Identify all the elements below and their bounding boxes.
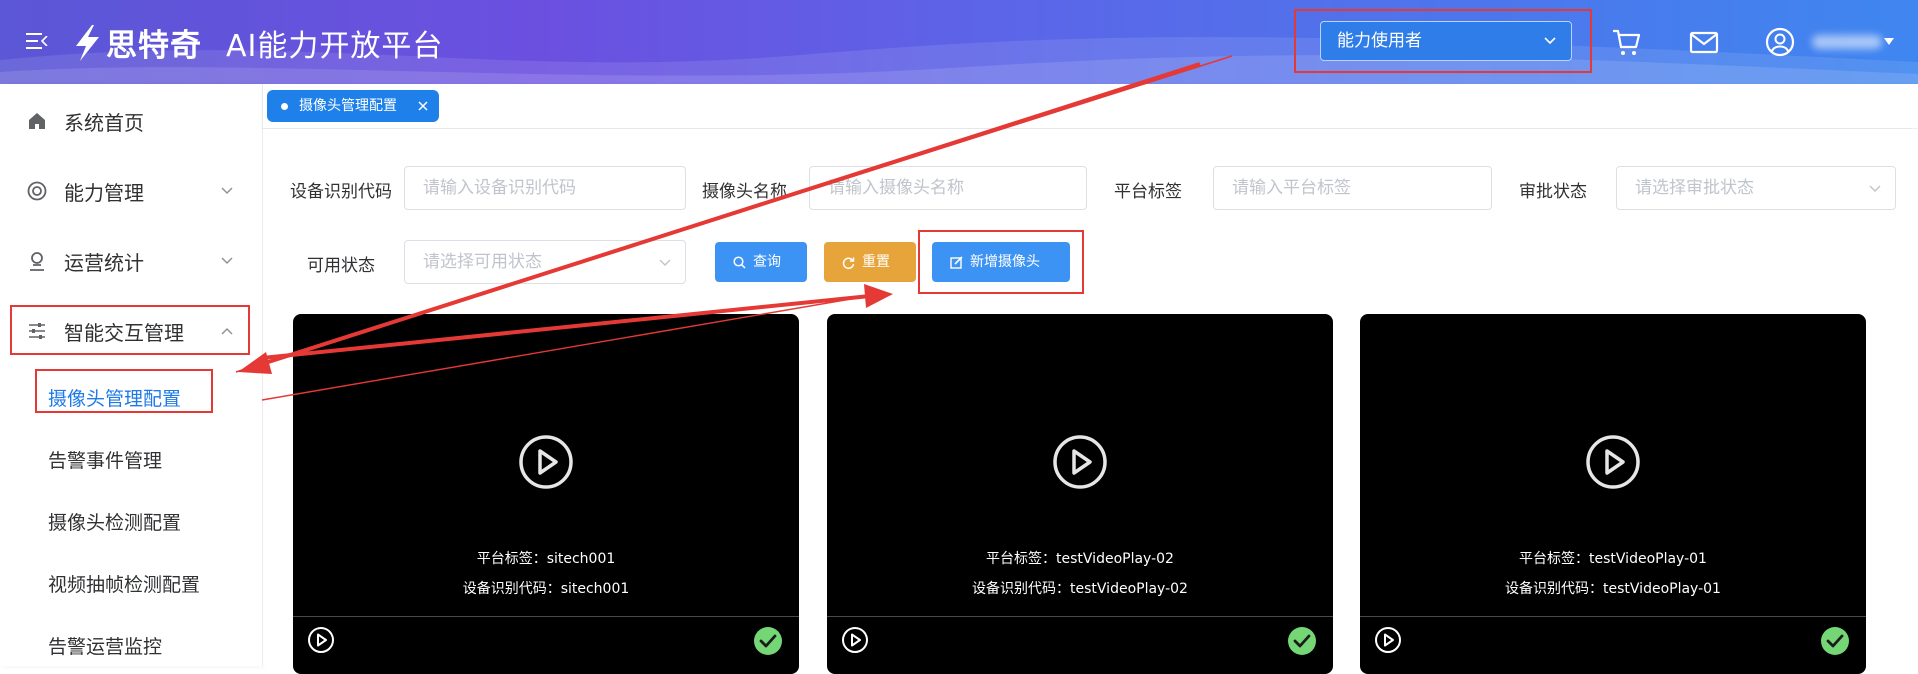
play-icon[interactable] (518, 434, 574, 490)
camera-name-input[interactable]: 请输入摄像头名称 (809, 166, 1087, 210)
platform-title: AI能力开放平台 (226, 28, 444, 64)
annotation-box-role (1294, 9, 1592, 73)
platform-tag-placeholder: 请输入平台标签 (1232, 178, 1351, 198)
cart-icon[interactable] (1610, 26, 1642, 58)
sidebar-subitem-frame-detect[interactable]: 视频抽帧检测配置 (48, 570, 200, 597)
play-icon[interactable] (1585, 434, 1641, 490)
username-blurred[interactable] (1812, 35, 1882, 49)
sidebar-item-stats[interactable]: 运营统计 (0, 236, 262, 286)
card-device-code: 设备识别代码：testVideoPlay-02 (972, 581, 1188, 597)
query-button[interactable]: 查询 (715, 242, 807, 282)
device-code-label: 设备识别代码 (290, 182, 392, 202)
available-status-placeholder: 请选择可用状态 (423, 252, 542, 272)
available-status-select[interactable]: 请选择可用状态 (404, 240, 686, 284)
menu-icon[interactable] (26, 32, 48, 50)
reset-button[interactable]: 重置 (824, 242, 916, 282)
camera-name-label: 摄像头名称 (702, 182, 787, 202)
mail-icon[interactable] (1688, 26, 1720, 58)
check-circle-icon (754, 627, 782, 655)
annotation-box-add-button (918, 230, 1084, 294)
close-icon[interactable] (417, 100, 429, 112)
sidebar-subitem-alarm-events[interactable]: 告警事件管理 (48, 446, 162, 473)
reset-button-label: 重置 (862, 254, 890, 270)
user-icon[interactable] (1764, 26, 1796, 58)
tabs-bar: 摄像头管理配置 (263, 84, 1918, 129)
approval-status-select[interactable]: 请选择审批状态 (1616, 166, 1896, 210)
chevron-down-icon (1869, 185, 1881, 192)
play-icon[interactable] (841, 626, 869, 654)
card-device-code: 设备识别代码：testVideoPlay-01 (1505, 581, 1721, 597)
brand-logo: 思特奇 AI能力开放平台 (70, 20, 443, 65)
sidebar-item-label: 能力管理 (64, 180, 144, 205)
card-divider (827, 616, 1333, 617)
search-icon (733, 256, 746, 269)
top-header: 思特奇 AI能力开放平台 能力使用者 (0, 0, 1918, 84)
logo-text: 思特奇 (106, 28, 202, 64)
check-circle-icon (1821, 627, 1849, 655)
stats-icon (30, 252, 44, 271)
chevron-down-icon (221, 187, 233, 195)
card-platform-tag: 平台标签：sitech001 (476, 551, 616, 567)
play-icon[interactable] (307, 626, 335, 654)
home-icon (29, 113, 45, 129)
chevron-down-icon[interactable] (1884, 38, 1894, 46)
approval-status-label: 审批状态 (1519, 182, 1587, 202)
play-icon[interactable] (1374, 626, 1402, 654)
annotation-box-camera-config (35, 369, 213, 413)
check-circle-icon (1288, 627, 1316, 655)
sidebar-item-capability[interactable]: 能力管理 (0, 166, 262, 216)
query-button-label: 查询 (753, 254, 781, 270)
approval-status-placeholder: 请选择审批状态 (1635, 178, 1754, 198)
sidebar-subitem-camera-detect[interactable]: 摄像头检测配置 (48, 508, 181, 535)
main-content: 设备识别代码 请输入设备识别代码 摄像头名称 请输入摄像头名称 平台标签 请输入… (263, 129, 1918, 674)
camera-card[interactable]: 平台标签：sitech001 设备识别代码：sitech001 (293, 314, 799, 674)
platform-tag-input[interactable]: 请输入平台标签 (1213, 166, 1492, 210)
refresh-icon (842, 257, 855, 269)
sidebar-item-label: 系统首页 (64, 110, 144, 135)
card-divider (1360, 616, 1866, 617)
camera-name-placeholder: 请输入摄像头名称 (828, 178, 964, 198)
sidebar-item-home[interactable]: 系统首页 (0, 96, 262, 146)
chevron-down-icon (659, 259, 671, 266)
capability-icon (27, 181, 47, 201)
tab-camera-config[interactable]: 摄像头管理配置 (267, 90, 439, 122)
camera-card[interactable]: 平台标签：testVideoPlay-01 设备识别代码：testVideoPl… (1360, 314, 1866, 674)
play-icon[interactable] (1052, 434, 1108, 490)
card-platform-tag: 平台标签：testVideoPlay-02 (986, 551, 1174, 567)
sidebar-subitem-alarm-monitor[interactable]: 告警运营监控 (48, 632, 162, 659)
chevron-down-icon (221, 257, 233, 265)
device-code-input[interactable]: 请输入设备识别代码 (404, 166, 686, 210)
annotation-box-interaction-menu (10, 305, 250, 355)
card-platform-tag: 平台标签：testVideoPlay-01 (1519, 551, 1707, 567)
card-device-code: 设备识别代码：sitech001 (462, 581, 630, 597)
platform-tag-label: 平台标签 (1114, 182, 1182, 202)
logo-bolt-icon (76, 24, 99, 61)
tab-label: 摄像头管理配置 (299, 98, 397, 114)
active-dot (281, 103, 288, 110)
device-code-placeholder: 请输入设备识别代码 (423, 178, 576, 198)
available-status-label: 可用状态 (307, 256, 375, 276)
sidebar-item-label: 运营统计 (64, 250, 144, 275)
camera-card[interactable]: 平台标签：testVideoPlay-02 设备识别代码：testVideoPl… (827, 314, 1333, 674)
card-divider (293, 616, 799, 617)
